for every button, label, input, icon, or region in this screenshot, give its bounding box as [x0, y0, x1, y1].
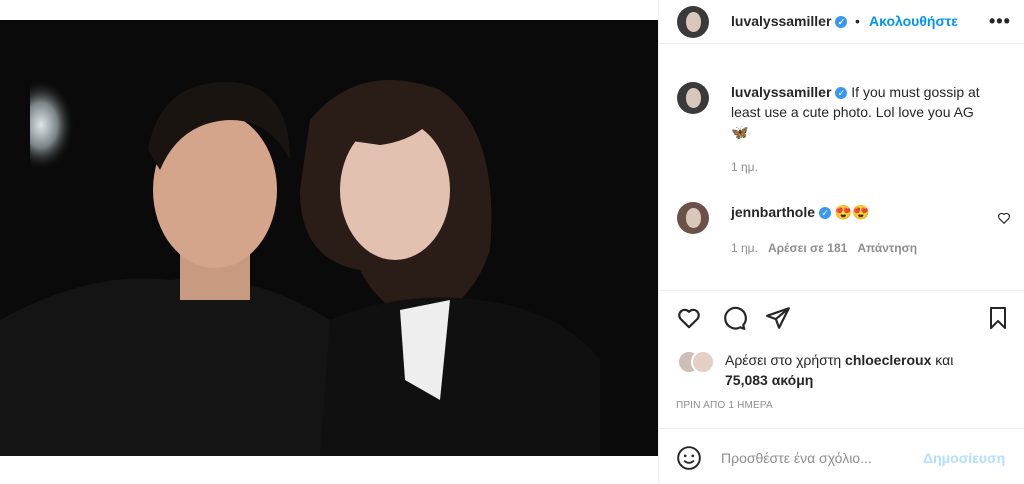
author-username[interactable]: luvalyssamiller ✓ [731, 13, 848, 29]
post-media-panel [0, 0, 658, 484]
paper-plane-icon[interactable] [765, 305, 791, 331]
comment-author[interactable]: jennbarthole [731, 204, 815, 220]
caption-author-avatar[interactable] [677, 82, 709, 114]
likes-summary: Αρέσει στο χρήστη chloecleroux και 75,08… [725, 350, 1005, 390]
actions-divider [659, 290, 1024, 291]
post-sidebar: luvalyssamiller ✓ • Ακολουθήστε ••• luval… [658, 0, 1024, 484]
more-options-icon[interactable]: ••• [989, 11, 1011, 32]
comment-meta: 1 ημ. Αρέσει σε 181 Απάντηση [731, 241, 917, 255]
comment-icon[interactable] [721, 305, 747, 331]
header-separator: • [855, 13, 860, 29]
comment-author-avatar[interactable] [677, 202, 709, 234]
likes-prefix: Αρέσει στο χρήστη [725, 352, 842, 368]
comment: jennbarthole ✓ 😍😍 [731, 202, 870, 222]
verified-badge-icon: ✓ [835, 16, 848, 29]
author-avatar[interactable] [677, 6, 709, 38]
post-comment-button[interactable]: Δημοσίευση [923, 450, 1005, 466]
caption-author[interactable]: luvalyssamiller [731, 84, 831, 100]
bookmark-icon[interactable] [986, 305, 1010, 331]
smiley-icon[interactable] [676, 445, 702, 471]
verified-badge-icon: ✓ [819, 207, 832, 220]
comment-reply-button[interactable]: Απάντηση [857, 241, 917, 255]
butterfly-emoji: 🦋 [731, 124, 749, 140]
likes-joiner: και [935, 352, 954, 368]
heart-icon[interactable] [676, 305, 702, 331]
verified-badge-icon: ✓ [835, 87, 848, 100]
likes-user-link[interactable]: chloecleroux [845, 352, 931, 368]
liker-avatar-2[interactable] [691, 350, 715, 374]
post-header: luvalyssamiller ✓ • Ακολουθήστε ••• [659, 0, 1024, 44]
photo-illustration [0, 20, 658, 456]
composer-divider [659, 428, 1024, 429]
comment-like-heart-icon[interactable] [997, 211, 1011, 225]
caption: luvalyssamiller ✓ If you must gossip at l… [731, 82, 1011, 142]
caption-timestamp[interactable]: 1 ημ. [731, 160, 758, 174]
post-timestamp[interactable]: ΠΡΙΝ ΑΠΟ 1 ΗΜΕΡΑ [676, 400, 773, 411]
comment-text: 😍😍 [834, 204, 870, 220]
author-username-text[interactable]: luvalyssamiller [731, 13, 831, 29]
comment-timestamp[interactable]: 1 ημ. [731, 241, 758, 255]
follow-button[interactable]: Ακολουθήστε [869, 13, 958, 29]
comment-likes-link[interactable]: Αρέσει σε 181 [768, 241, 847, 255]
comment-input[interactable]: Προσθέστε ένα σχόλιο... [721, 450, 872, 466]
post-photo[interactable] [0, 20, 658, 456]
likes-count-link[interactable]: 75,083 ακόμη [725, 372, 813, 388]
